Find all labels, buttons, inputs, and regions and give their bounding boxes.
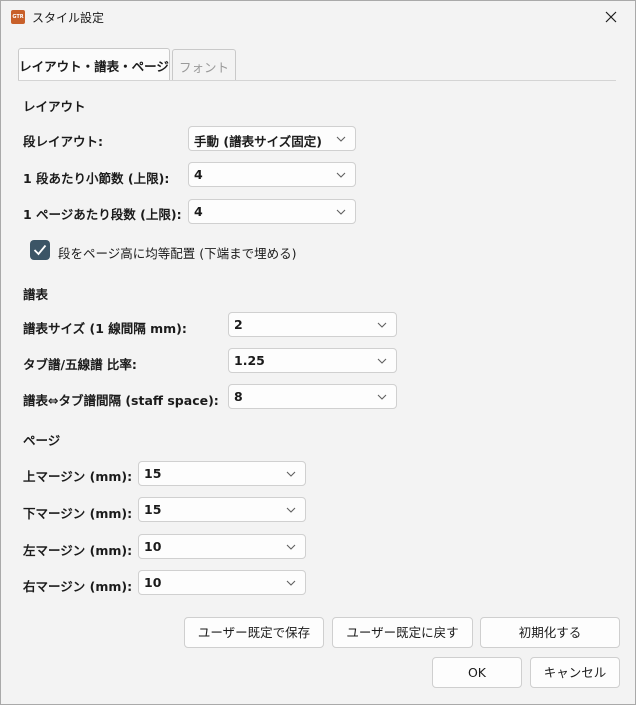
chevron-down-icon [377,394,387,400]
tab-font[interactable]: フォント [172,49,236,80]
section-title-page: ページ [23,433,61,448]
tab-divider [18,80,616,81]
measures-per-line-value: 4 [194,167,203,182]
chevron-down-icon [336,172,346,178]
bottom-margin-value: 15 [144,502,162,517]
stave-layout-select[interactable]: 手動 (譜表サイズ固定) [188,126,356,151]
tab-ratio-select[interactable]: 1.25 [228,348,397,373]
chevron-down-icon [286,471,296,477]
staff-tab-gap-select[interactable]: 8 [228,384,397,409]
lines-per-page-value: 4 [194,204,203,219]
chevron-down-icon [286,544,296,550]
save-user-default-button[interactable]: ユーザー既定で保存 [184,617,324,648]
lines-per-page-select[interactable]: 4 [188,199,356,224]
ok-button[interactable]: OK [432,657,522,688]
staff-size-select[interactable]: 2 [228,312,397,337]
restore-user-default-button[interactable]: ユーザー既定に戻す [332,617,473,648]
justify-checkbox[interactable] [30,240,50,260]
bottom-margin-select[interactable]: 15 [138,497,306,522]
right-margin-select[interactable]: 10 [138,570,306,595]
top-margin-select[interactable]: 15 [138,461,306,486]
tab-label: フォント [178,60,229,75]
staff-size-value: 2 [234,317,243,332]
tab-label: レイアウト・譜表・ページ [19,59,169,74]
close-button[interactable] [591,3,631,31]
chevron-down-icon [377,322,387,328]
lines-per-page-label: 1 ページあたり段数 (上限): [23,207,182,222]
tab-ratio-value: 1.25 [234,353,265,368]
measures-per-line-select[interactable]: 4 [188,162,356,187]
chevron-down-icon [336,209,346,215]
stave-layout-value: 手動 (譜表サイズ固定) [194,134,322,149]
measures-per-line-label: 1 段あたり小節数 (上限): [23,171,170,186]
staff-size-label: 譜表サイズ (1 線間隔 mm): [23,321,187,336]
title-bar: GTR スタイル設定 [1,1,635,33]
right-margin-label: 右マージン (mm): [23,579,133,594]
tab-ratio-label: タブ譜/五線譜 比率: [23,357,137,372]
top-margin-label: 上マージン (mm): [23,469,133,484]
cancel-button[interactable]: キャンセル [530,657,620,688]
chevron-down-icon [336,136,346,142]
left-margin-select[interactable]: 10 [138,534,306,559]
justify-checkbox-label[interactable]: 段をページ高に均等配置 (下端まで埋める) [58,243,296,262]
staff-tab-gap-value: 8 [234,389,243,404]
staff-tab-gap-label: 譜表⇔タブ譜間隔 (staff space): [23,393,219,408]
checkmark-icon [33,244,47,256]
top-margin-value: 15 [144,466,162,481]
left-margin-label: 左マージン (mm): [23,543,133,558]
section-title-staff: 譜表 [23,287,49,302]
chevron-down-icon [286,507,296,513]
style-settings-dialog: GTR スタイル設定 レイアウト・譜表・ページ フォント レイアウト 段レイアウ… [0,0,636,705]
chevron-down-icon [377,358,387,364]
tab-layout-staff-page[interactable]: レイアウト・譜表・ページ [18,48,170,80]
section-title-layout: レイアウト [23,99,86,114]
app-icon: GTR [11,10,25,24]
bottom-margin-label: 下マージン (mm): [23,506,133,521]
reset-button[interactable]: 初期化する [480,617,620,648]
window-title: スタイル設定 [32,11,105,25]
chevron-down-icon [286,580,296,586]
right-margin-value: 10 [144,575,162,590]
left-margin-value: 10 [144,539,162,554]
stave-layout-label: 段レイアウト: [23,134,103,149]
close-icon [605,11,617,23]
